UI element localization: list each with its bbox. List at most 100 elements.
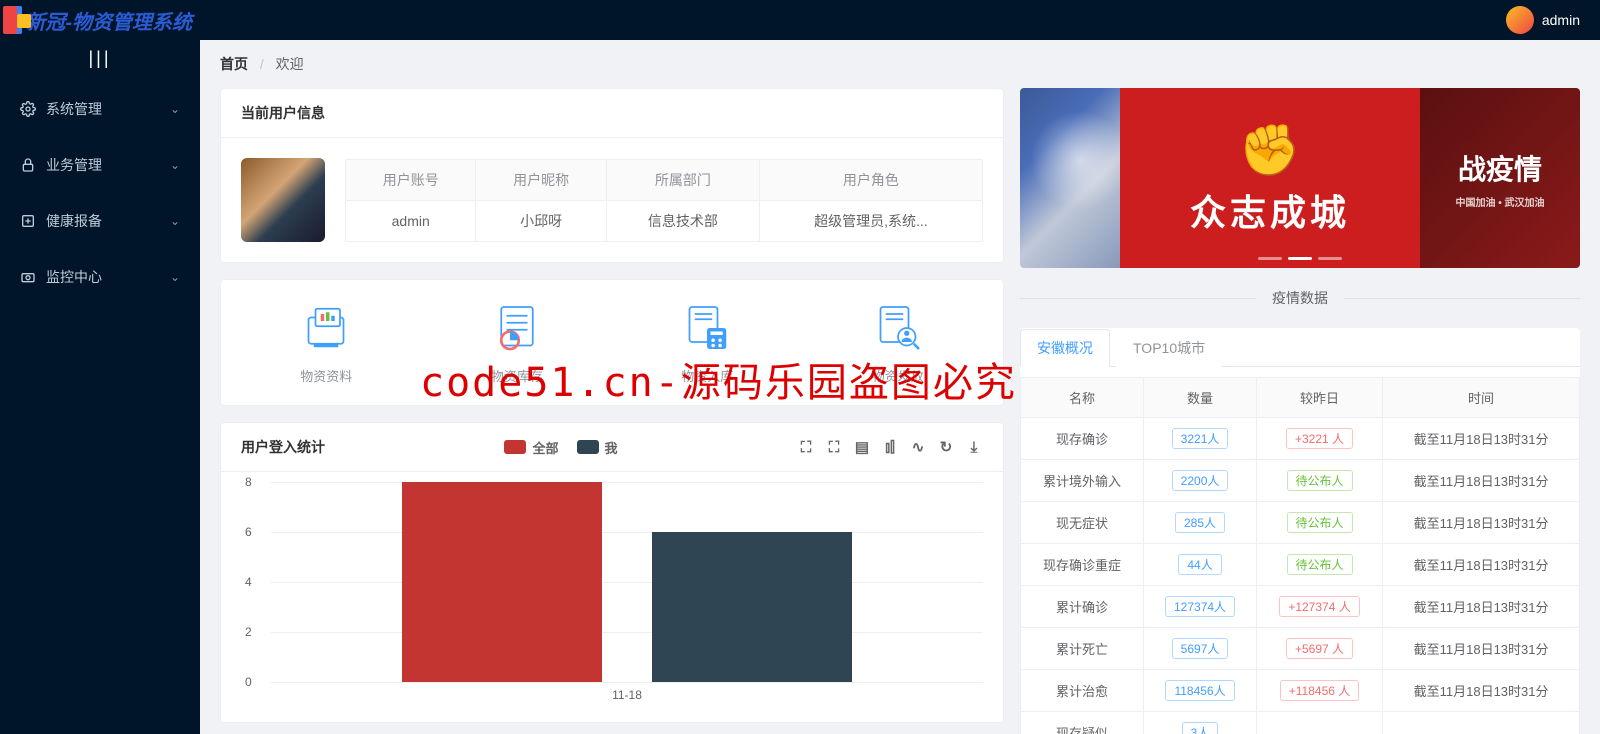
tab-top10[interactable]: TOP10城市 xyxy=(1116,329,1222,367)
quick-label: 物资入库 xyxy=(681,366,733,385)
sidebar-item-label: 系统管理 xyxy=(46,99,102,119)
x-axis-label: 11-18 xyxy=(271,688,983,702)
count-tag: 285人 xyxy=(1175,512,1225,533)
chart-toolbox: ⛶ ⛶ ▤ ⫾⫿ ∿ ↻ ⤓ xyxy=(797,438,983,456)
legend-all[interactable]: 全部 xyxy=(504,438,558,457)
quick-icon xyxy=(679,300,735,356)
chevron-down-icon: ⌄ xyxy=(170,102,180,116)
main-menu: 系统管理 ⌄ 业务管理 ⌄ 健康报备 ⌄ 监控 xyxy=(0,77,200,305)
avatar[interactable] xyxy=(1506,6,1534,34)
quick-item[interactable]: 物资发放 xyxy=(870,300,926,385)
user-avatar xyxy=(241,158,325,242)
chevron-down-icon: ⌄ xyxy=(170,270,180,284)
quick-item[interactable]: 物资库存 xyxy=(489,300,545,385)
chart-bar xyxy=(402,482,602,682)
sidebar-item-health[interactable]: 健康报备 ⌄ xyxy=(0,193,200,249)
user-info-card: 当前用户信息 用户账号用户昵称所属部门用户角色 admin小邱呀信息技术部超级管… xyxy=(220,88,1004,263)
indicator[interactable] xyxy=(1258,257,1282,260)
sidebar-item-system[interactable]: 系统管理 ⌄ xyxy=(0,81,200,137)
y-tick: 2 xyxy=(245,625,252,639)
indicator[interactable] xyxy=(1288,257,1312,260)
lock-icon xyxy=(20,157,36,173)
table-header: 较昨日 xyxy=(1256,378,1382,418)
quick-icon xyxy=(870,300,926,356)
table-cell: 小邱呀 xyxy=(476,200,606,241)
epidemic-card: 安徽概况 TOP10城市 名称数量较昨日时间 现存确诊3221人+3221 人截… xyxy=(1020,328,1580,734)
table-row: 累计死亡5697人+5697 人截至11月18日13时31分 xyxy=(1021,628,1580,670)
chevron-down-icon: ⌄ xyxy=(170,158,180,172)
breadcrumb-current: 欢迎 xyxy=(276,56,304,72)
y-tick: 8 xyxy=(245,475,252,489)
camera-icon xyxy=(20,269,36,285)
legend-me[interactable]: 我 xyxy=(577,438,618,457)
sidebar: 新冠-物资管理系统 ||| 系统管理 ⌄ 业务管理 ⌄ xyxy=(0,0,200,734)
logo: 新冠-物资管理系统 xyxy=(0,0,200,40)
zoom-icon[interactable]: ⛶ xyxy=(797,438,815,456)
y-tick: 0 xyxy=(245,675,252,689)
delta-tag: 待公布人 xyxy=(1287,470,1353,491)
count-tag: 2200人 xyxy=(1172,470,1229,491)
chevron-down-icon: ⌄ xyxy=(170,214,180,228)
count-tag: 3人 xyxy=(1182,722,1219,734)
table-header: 用户昵称 xyxy=(476,159,606,200)
delta-tag: 待公布人 xyxy=(1287,554,1353,575)
y-tick: 4 xyxy=(245,575,252,589)
indicator[interactable] xyxy=(1318,257,1342,260)
y-tick: 6 xyxy=(245,525,252,539)
delta-tag: 待公布人 xyxy=(1287,512,1353,533)
bar-chart: 02468 xyxy=(271,482,983,682)
restore-icon[interactable]: ↻ xyxy=(937,438,955,456)
breadcrumb-home[interactable]: 首页 xyxy=(220,56,248,72)
count-tag: 3221人 xyxy=(1172,428,1229,449)
delta-tag: +3221 人 xyxy=(1286,428,1353,449)
fist-icon: ✊ xyxy=(1239,121,1301,180)
delta-tag: +118456 人 xyxy=(1280,680,1360,701)
banner-carousel[interactable]: ✊ 众志成城 战疫情 中国加油 • 武汉加油 xyxy=(1020,88,1580,268)
quick-icon xyxy=(298,300,354,356)
table-cell: 超级管理员,系统... xyxy=(759,200,982,241)
login-chart-card: 用户登入统计 全部 我 ⛶ ⛶ ▤ ⫾⫿ ∿ ↻ xyxy=(220,422,1004,723)
quick-label: 物资发放 xyxy=(872,366,924,385)
quick-item[interactable]: 物资入库 xyxy=(679,300,735,385)
zoom-reset-icon[interactable]: ⛶ xyxy=(825,438,843,456)
table-row: 累计确诊127374人+127374 人截至11月18日13时31分 xyxy=(1021,586,1580,628)
table-row: 现存疑似3人 xyxy=(1021,712,1580,734)
chart-title: 用户登入统计 xyxy=(241,437,325,457)
delta-tag: +127374 人 xyxy=(1279,596,1359,617)
carousel-image xyxy=(1020,88,1120,268)
quick-item[interactable]: 物资资料 xyxy=(298,300,354,385)
count-tag: 5697人 xyxy=(1172,638,1229,659)
table-header: 用户账号 xyxy=(346,159,476,200)
count-tag: 44人 xyxy=(1178,554,1221,575)
quick-icon xyxy=(489,300,545,356)
epidemic-tabs: 安徽概况 TOP10城市 xyxy=(1020,328,1580,367)
chart-legend: 全部 我 xyxy=(504,438,617,457)
count-tag: 118456人 xyxy=(1165,680,1234,701)
sidebar-item-monitor[interactable]: 监控中心 ⌄ xyxy=(0,249,200,305)
table-row: 现存确诊重症44人待公布人截至11月18日13时31分 xyxy=(1021,544,1580,586)
download-icon[interactable]: ⤓ xyxy=(965,438,983,456)
count-tag: 127374人 xyxy=(1165,596,1235,617)
table-header: 用户角色 xyxy=(759,159,982,200)
user-label[interactable]: admin xyxy=(1542,12,1580,28)
table-row: 累计治愈118456人+118456 人截至11月18日13时31分 xyxy=(1021,670,1580,712)
sidebar-item-business[interactable]: 业务管理 ⌄ xyxy=(0,137,200,193)
tab-overview[interactable]: 安徽概况 xyxy=(1020,329,1110,367)
table-header: 数量 xyxy=(1144,378,1257,418)
table-header: 名称 xyxy=(1021,378,1144,418)
topbar: admin xyxy=(200,0,1600,40)
menu-toggle-icon[interactable]: ||| xyxy=(0,40,200,77)
epidemic-divider: 疫情数据 xyxy=(1020,288,1580,308)
bar-icon[interactable]: ⫾⫿ xyxy=(881,438,899,456)
quick-label: 物资库存 xyxy=(491,366,543,385)
data-view-icon[interactable]: ▤ xyxy=(853,438,871,456)
carousel-center: ✊ 众志成城 xyxy=(1120,88,1420,268)
card-title: 当前用户信息 xyxy=(221,89,1003,138)
line-icon[interactable]: ∿ xyxy=(909,438,927,456)
table-row: 现存确诊3221人+3221 人截至11月18日13时31分 xyxy=(1021,418,1580,460)
epidemic-table: 名称数量较昨日时间 现存确诊3221人+3221 人截至11月18日13时31分… xyxy=(1020,377,1580,734)
quick-nav-card: 物资资料物资库存 物资入库 物资发放 xyxy=(220,279,1004,406)
chart-bar xyxy=(652,532,852,682)
table-header: 所属部门 xyxy=(606,159,759,200)
table-row: 累计境外输入2200人待公布人截至11月18日13时31分 xyxy=(1021,460,1580,502)
